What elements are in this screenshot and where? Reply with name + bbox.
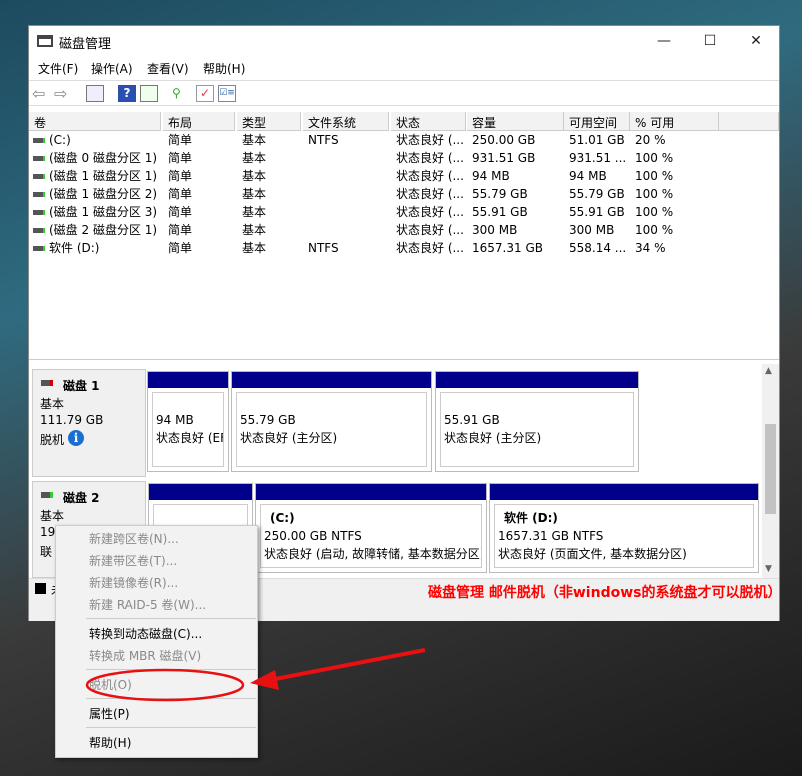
arrow-head-icon [250,670,279,690]
annotation-note: 磁盘管理 邮件脱机（非windows的系统盘才可以脱机） [428,585,782,601]
highlight-ellipse [85,668,245,702]
annotation-overlay [85,648,426,702]
annotation-arrow [269,648,426,682]
